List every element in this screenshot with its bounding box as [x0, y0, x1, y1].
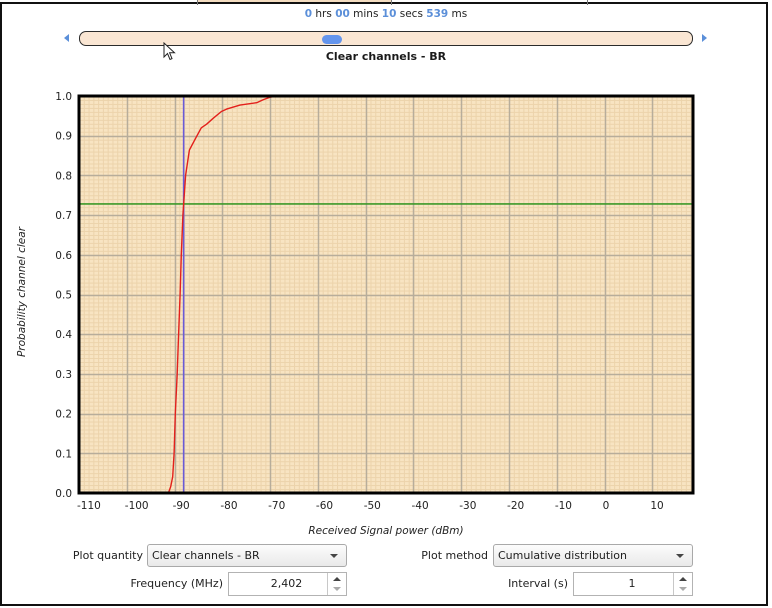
x-tick-label: -100 — [125, 500, 149, 512]
x-tick-label: -30 — [459, 500, 476, 512]
y-tick-label: 1.0 — [55, 91, 72, 103]
frequency-input[interactable]: 2,402 — [229, 573, 328, 595]
x-tick-label: -50 — [364, 500, 381, 512]
plot-method-value: Cumulative distribution — [498, 549, 627, 562]
plot-area — [79, 96, 693, 493]
plot-quantity-value: Clear channels - BR — [152, 549, 260, 562]
y-tick-label: 0.7 — [55, 210, 72, 222]
mouse-cursor-icon — [163, 42, 176, 61]
spin-down-icon[interactable] — [333, 587, 341, 591]
chart: -110 -100 -90 -80 -70 -60 -50 -40 -30 -20 -10 0 100.… — [55, 91, 695, 512]
interval-input[interactable]: 1 — [574, 573, 674, 595]
y-tick-label: 0.1 — [55, 448, 72, 460]
y-tick-label: 0.5 — [55, 290, 72, 302]
x-tick-label: 0 — [603, 500, 610, 512]
x-tick-label: -70 — [268, 500, 285, 512]
x-tick-label: 10 — [650, 500, 663, 512]
frequency-spinbox[interactable]: 2,402 — [228, 572, 347, 596]
x-tick-label: -20 — [507, 500, 524, 512]
spin-up-icon[interactable] — [333, 577, 341, 581]
spin-down-icon[interactable] — [679, 587, 687, 591]
frequency-label: Frequency (MHz) — [130, 577, 223, 590]
interval-label: Interval (s) — [508, 577, 568, 590]
x-tick-label: -40 — [411, 500, 428, 512]
chevron-down-icon — [676, 554, 684, 558]
frequency-stepper[interactable] — [327, 573, 346, 595]
x-axis-title: Received Signal power (dBm) — [308, 525, 464, 537]
x-tick-label: -90 — [173, 500, 190, 512]
spin-up-icon[interactable] — [679, 577, 687, 581]
plot-quantity-label: Plot quantity — [72, 549, 143, 562]
plot-method-select[interactable]: Cumulative distribution — [493, 544, 693, 567]
chevron-down-icon — [330, 554, 338, 558]
y-axis-title: Probability channel clear — [16, 226, 28, 358]
x-tick-label: -60 — [316, 500, 333, 512]
x-tick-label: -80 — [220, 500, 237, 512]
y-tick-label: 0.6 — [55, 250, 72, 262]
y-tick-label: 0.3 — [55, 369, 72, 381]
x-tick-label: -110 — [77, 500, 101, 512]
y-tick-label: 0.9 — [55, 131, 72, 143]
plot-method-label: Plot method — [421, 549, 488, 562]
y-tick-label: 0.4 — [55, 329, 72, 341]
interval-spinbox[interactable]: 1 — [573, 572, 693, 596]
plot-quantity-select[interactable]: Clear channels - BR — [147, 544, 347, 567]
y-tick-label: 0.0 — [55, 488, 72, 500]
y-tick-label: 0.2 — [55, 409, 72, 421]
y-tick-label: 0.8 — [55, 170, 72, 182]
interval-stepper[interactable] — [673, 573, 692, 595]
x-tick-label: -10 — [555, 500, 572, 512]
